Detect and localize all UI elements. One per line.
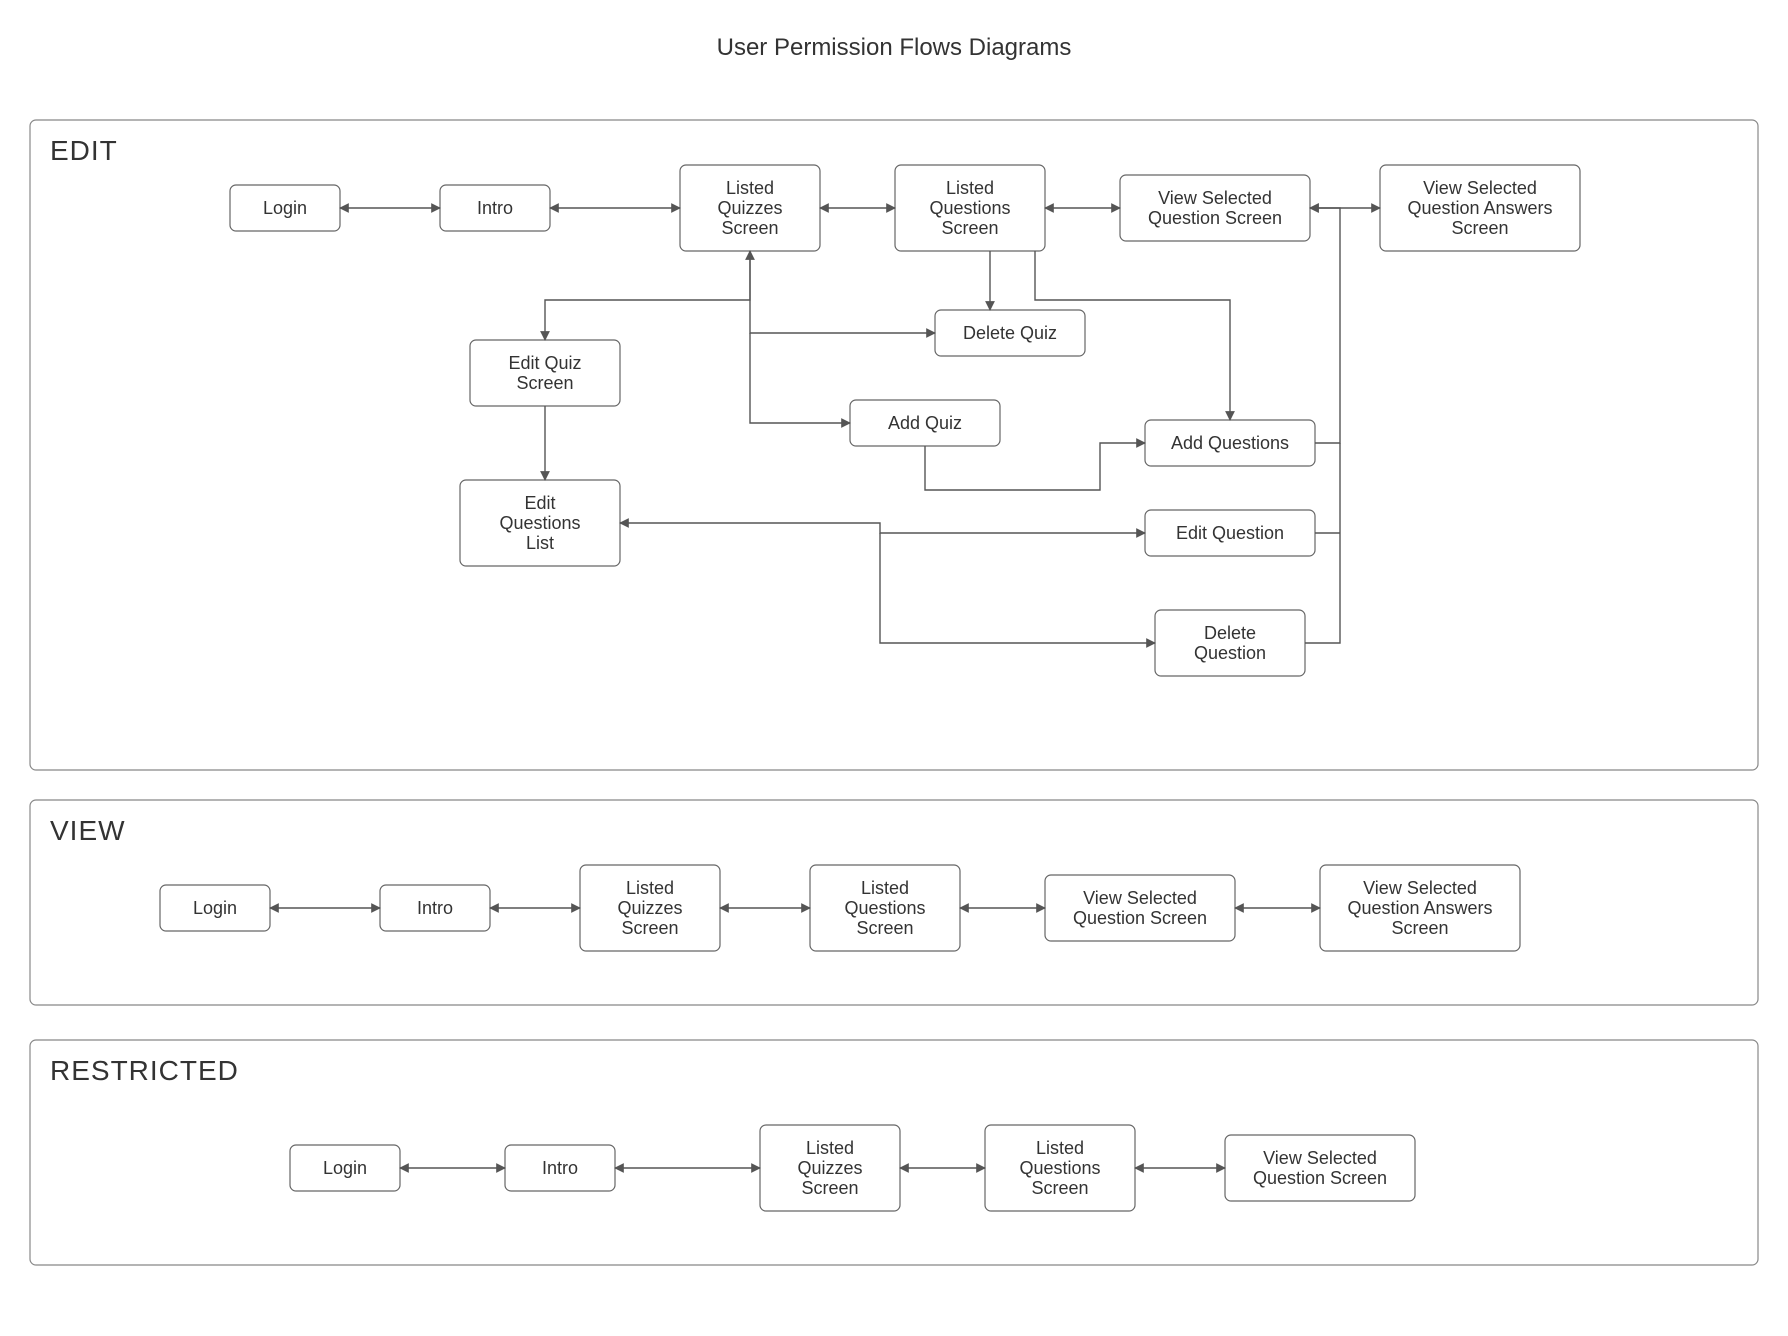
node-restr-lq: ListedQuizzesScreen: [760, 1125, 900, 1211]
node-view-login: Login: [160, 885, 270, 931]
svg-text:Screen: Screen: [1031, 1178, 1088, 1198]
svg-text:Edit: Edit: [524, 493, 555, 513]
svg-text:Listed: Listed: [806, 1138, 854, 1158]
diagram-canvas: User Permission Flows Diagrams EDIT Login…: [0, 0, 1788, 1336]
svg-text:Edit Question: Edit Question: [1176, 523, 1284, 543]
svg-text:Login: Login: [193, 898, 237, 918]
svg-text:View Selected: View Selected: [1423, 178, 1537, 198]
node-edit-intro: Intro: [440, 185, 550, 231]
svg-text:Screen: Screen: [941, 218, 998, 238]
node-edit-login: Login: [230, 185, 340, 231]
edge-addquiz-addqs: [925, 443, 1145, 490]
svg-text:Question: Question: [1194, 643, 1266, 663]
svg-text:Screen: Screen: [856, 918, 913, 938]
svg-text:Questions: Questions: [929, 198, 1010, 218]
edge-lq-editquiz: [545, 251, 750, 340]
node-restr-intro: Intro: [505, 1145, 615, 1191]
svg-text:Login: Login: [323, 1158, 367, 1178]
svg-text:Question Screen: Question Screen: [1148, 208, 1282, 228]
page-title: User Permission Flows Diagrams: [717, 34, 1072, 61]
edge-lq-addquiz: [750, 333, 850, 423]
node-edit-listed-questions: ListedQuestionsScreen: [895, 165, 1045, 251]
svg-text:Question Answers: Question Answers: [1407, 198, 1552, 218]
svg-text:Screen: Screen: [1451, 218, 1508, 238]
svg-text:Delete: Delete: [1204, 623, 1256, 643]
svg-text:View Selected: View Selected: [1083, 888, 1197, 908]
node-delete-quiz: Delete Quiz: [935, 310, 1085, 356]
node-edit-view-selected-qa: View SelectedQuestion AnswersScreen: [1380, 165, 1580, 251]
node-edit-questions-list: EditQuestionsList: [460, 480, 620, 566]
svg-text:Question Screen: Question Screen: [1073, 908, 1207, 928]
node-view-vsq: View SelectedQuestion Screen: [1045, 875, 1235, 941]
node-view-vsqa: View SelectedQuestion AnswersScreen: [1320, 865, 1520, 951]
svg-text:List: List: [526, 533, 554, 553]
svg-text:Delete Quiz: Delete Quiz: [963, 323, 1057, 343]
node-delete-question: DeleteQuestion: [1155, 610, 1305, 676]
svg-text:Intro: Intro: [477, 198, 513, 218]
node-restr-login: Login: [290, 1145, 400, 1191]
svg-text:Add Quiz: Add Quiz: [888, 413, 962, 433]
node-add-questions: Add Questions: [1145, 420, 1315, 466]
svg-text:Question Screen: Question Screen: [1253, 1168, 1387, 1188]
svg-text:Screen: Screen: [516, 373, 573, 393]
svg-text:Listed: Listed: [861, 878, 909, 898]
svg-text:Screen: Screen: [1391, 918, 1448, 938]
node-restr-vsq: View SelectedQuestion Screen: [1225, 1135, 1415, 1201]
node-view-listed-questions: ListedQuestionsScreen: [810, 865, 960, 951]
node-view-listed-quizzes: ListedQuizzesScreen: [580, 865, 720, 951]
edge-lq-deletequiz: [750, 251, 935, 333]
svg-text:Listed: Listed: [1036, 1138, 1084, 1158]
svg-text:Quizzes: Quizzes: [617, 898, 682, 918]
svg-text:Question Answers: Question Answers: [1347, 898, 1492, 918]
node-edit-view-selected-question: View SelectedQuestion Screen: [1120, 175, 1310, 241]
svg-text:Intro: Intro: [417, 898, 453, 918]
svg-text:Screen: Screen: [621, 918, 678, 938]
svg-text:Edit Quiz: Edit Quiz: [508, 353, 581, 373]
edge-eql-delq: [880, 533, 1155, 643]
section-restricted-label: RESTRICTED: [50, 1055, 239, 1086]
section-view-label: VIEW: [50, 815, 126, 846]
node-edit-question: Edit Question: [1145, 510, 1315, 556]
svg-text:Intro: Intro: [542, 1158, 578, 1178]
node-edit-listed-quizzes: ListedQuizzesScreen: [680, 165, 820, 251]
edge-eql-editq: [620, 523, 1145, 533]
svg-text:Listed: Listed: [726, 178, 774, 198]
svg-text:View Selected: View Selected: [1158, 188, 1272, 208]
node-restr-lqn: ListedQuestionsScreen: [985, 1125, 1135, 1211]
node-add-quiz: Add Quiz: [850, 400, 1000, 446]
svg-text:Questions: Questions: [499, 513, 580, 533]
svg-text:Login: Login: [263, 198, 307, 218]
node-edit-quiz-screen: Edit QuizScreen: [470, 340, 620, 406]
svg-text:Questions: Questions: [1019, 1158, 1100, 1178]
svg-text:Quizzes: Quizzes: [717, 198, 782, 218]
svg-text:Quizzes: Quizzes: [797, 1158, 862, 1178]
svg-text:Listed: Listed: [946, 178, 994, 198]
section-edit-label: EDIT: [50, 135, 118, 166]
svg-text:Screen: Screen: [721, 218, 778, 238]
svg-text:Add Questions: Add Questions: [1171, 433, 1289, 453]
node-view-intro: Intro: [380, 885, 490, 931]
svg-text:Screen: Screen: [801, 1178, 858, 1198]
svg-text:View Selected: View Selected: [1263, 1148, 1377, 1168]
svg-text:Questions: Questions: [844, 898, 925, 918]
edge-addqs-vsq: [1310, 208, 1340, 443]
svg-text:View Selected: View Selected: [1363, 878, 1477, 898]
svg-text:Listed: Listed: [626, 878, 674, 898]
